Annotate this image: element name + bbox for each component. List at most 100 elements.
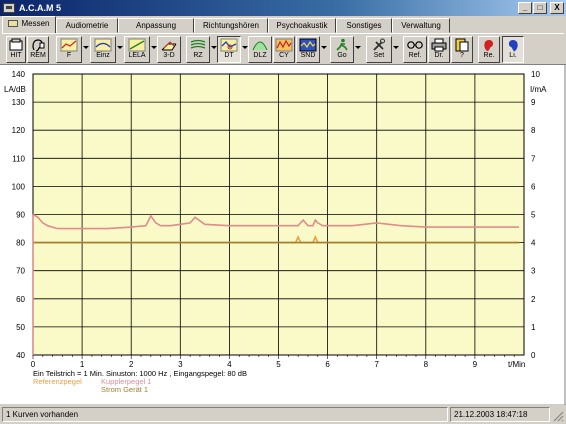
- y-tick-label-right: 7: [531, 154, 536, 163]
- x-axis-label: t/Min: [508, 360, 525, 369]
- left-ear-icon: [508, 40, 518, 51]
- y-tick-label-left: 130: [12, 98, 26, 107]
- x-tick-label: 3: [178, 360, 183, 369]
- x-tick-label: 1: [80, 360, 85, 369]
- three-d-icon: [161, 41, 177, 51]
- cy-icon: [275, 38, 293, 52]
- help-icon: [455, 38, 469, 52]
- measure-icon: [8, 20, 19, 27]
- left-ear-button[interactable]: Li.: [502, 36, 524, 63]
- print-button[interactable]: Dr.: [428, 36, 450, 63]
- y-tick-label-left: 60: [16, 295, 25, 304]
- y-tick-label-left: 120: [12, 126, 26, 135]
- rz-icon: [190, 39, 206, 49]
- tab-richtungshoeren[interactable]: Richtungshören: [194, 18, 268, 33]
- set-button[interactable]: Set: [366, 36, 392, 63]
- dlz-icon: [252, 41, 268, 51]
- resize-grip-icon[interactable]: [552, 410, 564, 422]
- y-tick-label-right: 4: [531, 239, 536, 248]
- hit-device-icon: [9, 38, 23, 51]
- frequency-dropdown-arrow[interactable]: [82, 36, 89, 63]
- rz-dropdown-arrow[interactable]: [210, 36, 217, 63]
- dlz-button[interactable]: DLZ: [248, 36, 272, 63]
- reference-glasses-icon: [407, 41, 423, 49]
- y-tick-label-left: 140: [12, 70, 26, 79]
- snd-icon: [299, 38, 317, 52]
- y-tick-label-right: 2: [531, 295, 536, 304]
- main-tabs: Messen Audiometrie Anpassung Richtungshö…: [0, 16, 566, 33]
- rem-button[interactable]: REM: [27, 36, 49, 63]
- frequency-button[interactable]: F: [56, 36, 82, 63]
- measurement-chart: 1401301201101009080706050401098765432100…: [4, 65, 566, 405]
- y-tick-label-right: 3: [531, 267, 536, 276]
- reference-button[interactable]: Ref.: [403, 36, 427, 63]
- x-tick-label: 4: [227, 360, 232, 369]
- right-ear-icon: [484, 40, 494, 51]
- toolbar: HIT REM F Einz LELA 3-D RZ DT DLZ CY SND…: [2, 33, 564, 63]
- y-tick-label-left: 90: [16, 211, 25, 220]
- rem-ear-icon: [32, 39, 45, 52]
- hit-button[interactable]: HIT: [6, 36, 26, 63]
- title-bar: A.C.A.M 5 _ □ X: [0, 0, 566, 16]
- x-tick-label: 9: [473, 360, 478, 369]
- einz-dropdown-arrow[interactable]: [116, 36, 123, 63]
- y-tick-label-right: 1: [531, 323, 536, 332]
- x-tick-label: 6: [325, 360, 330, 369]
- tab-verwaltung[interactable]: Verwaltung: [392, 18, 450, 33]
- x-tick-label: 7: [374, 360, 379, 369]
- y-tick-label-right: 10: [531, 70, 540, 79]
- status-datetime: 21.12.2003 18:47:18: [450, 407, 550, 422]
- x-tick-label: 8: [424, 360, 429, 369]
- tab-messen[interactable]: Messen: [2, 16, 56, 33]
- go-runner-icon: [336, 38, 348, 51]
- right-ear-button[interactable]: Re.: [478, 36, 500, 63]
- tab-sonstiges[interactable]: Sonstiges: [336, 18, 392, 33]
- cy-button[interactable]: CY: [273, 36, 295, 63]
- tab-audiometrie[interactable]: Audiometrie: [56, 18, 118, 33]
- tab-anpassung[interactable]: Anpassung: [118, 18, 194, 33]
- y-tick-label-right: 5: [531, 211, 536, 220]
- y-tick-label-left: 110: [12, 154, 25, 163]
- set-dropdown-arrow[interactable]: [392, 36, 399, 63]
- three-d-button[interactable]: 3-D: [157, 36, 181, 63]
- set-tools-icon: [373, 38, 385, 51]
- x-tick-label: 2: [129, 360, 134, 369]
- single-curve-icon: [94, 38, 112, 52]
- chart-area: 140 130 120 110 100 90 80 70 60 50 40 10 9 8 7 6 5 4 3 2 1 0 0…: [0, 64, 566, 405]
- dt-curve-icon: [220, 38, 238, 52]
- y-tick-label-right: 6: [531, 182, 536, 191]
- y-tick-label-left: 70: [16, 267, 25, 276]
- frequency-curve-icon: [60, 38, 78, 52]
- y-tick-label-right: 8: [531, 126, 536, 135]
- y-axis-label-left: LA/dB: [4, 85, 26, 94]
- lela-button[interactable]: LELA: [124, 36, 150, 63]
- printer-icon: [431, 38, 447, 52]
- y-tick-label-left: 80: [16, 239, 25, 248]
- tab-psychoakustik[interactable]: Psychoakustik: [268, 18, 336, 33]
- close-button[interactable]: X: [550, 2, 564, 14]
- minimize-button[interactable]: _: [518, 2, 532, 14]
- legend-entry: Referenzpegel: [33, 377, 82, 386]
- y-tick-label-left: 40: [16, 351, 25, 360]
- lela-curve-icon: [128, 38, 146, 52]
- x-tick-label: 5: [276, 360, 281, 369]
- help-button[interactable]: ?: [451, 36, 473, 63]
- status-bar: 1 Kurven vorhanden 21.12.2003 18:47:18: [0, 405, 566, 424]
- einz-button[interactable]: Einz: [90, 36, 116, 63]
- lela-dropdown-arrow[interactable]: [150, 36, 157, 63]
- y-tick-label-left: 100: [12, 182, 26, 191]
- legend-entry: Strom Gerät 1: [101, 385, 148, 394]
- dt-button[interactable]: DT: [217, 36, 241, 63]
- maximize-button[interactable]: □: [533, 2, 547, 14]
- go-dropdown-arrow[interactable]: [354, 36, 361, 63]
- snd-button[interactable]: SND: [296, 36, 320, 63]
- go-button[interactable]: Go: [330, 36, 354, 63]
- app-icon: [3, 3, 15, 13]
- y-tick-label-right: 0: [531, 351, 536, 360]
- y-tick-label-right: 9: [531, 98, 536, 107]
- x-tick-label: 0: [31, 360, 36, 369]
- window-title: A.C.A.M 5: [19, 3, 62, 13]
- rz-button[interactable]: RZ: [186, 36, 210, 63]
- dt-dropdown-arrow[interactable]: [241, 36, 248, 63]
- snd-dropdown-arrow[interactable]: [320, 36, 327, 63]
